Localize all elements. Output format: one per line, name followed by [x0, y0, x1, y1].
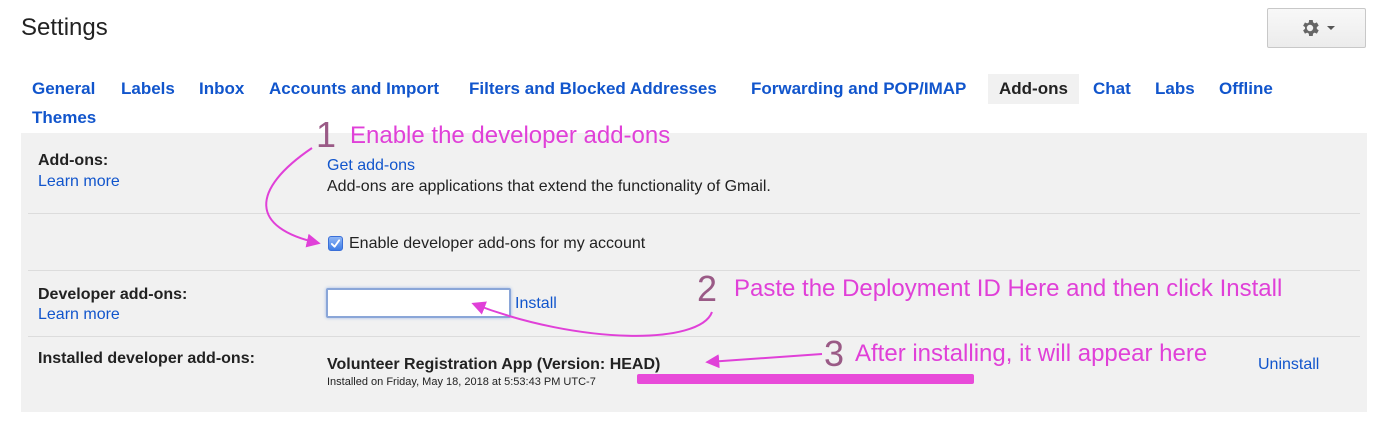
annotation-arrow-1: [265, 147, 321, 248]
annotation-arrows: [265, 147, 823, 369]
annotation-arrow-3: [705, 353, 823, 369]
annotation-arrow-2: [471, 301, 713, 337]
